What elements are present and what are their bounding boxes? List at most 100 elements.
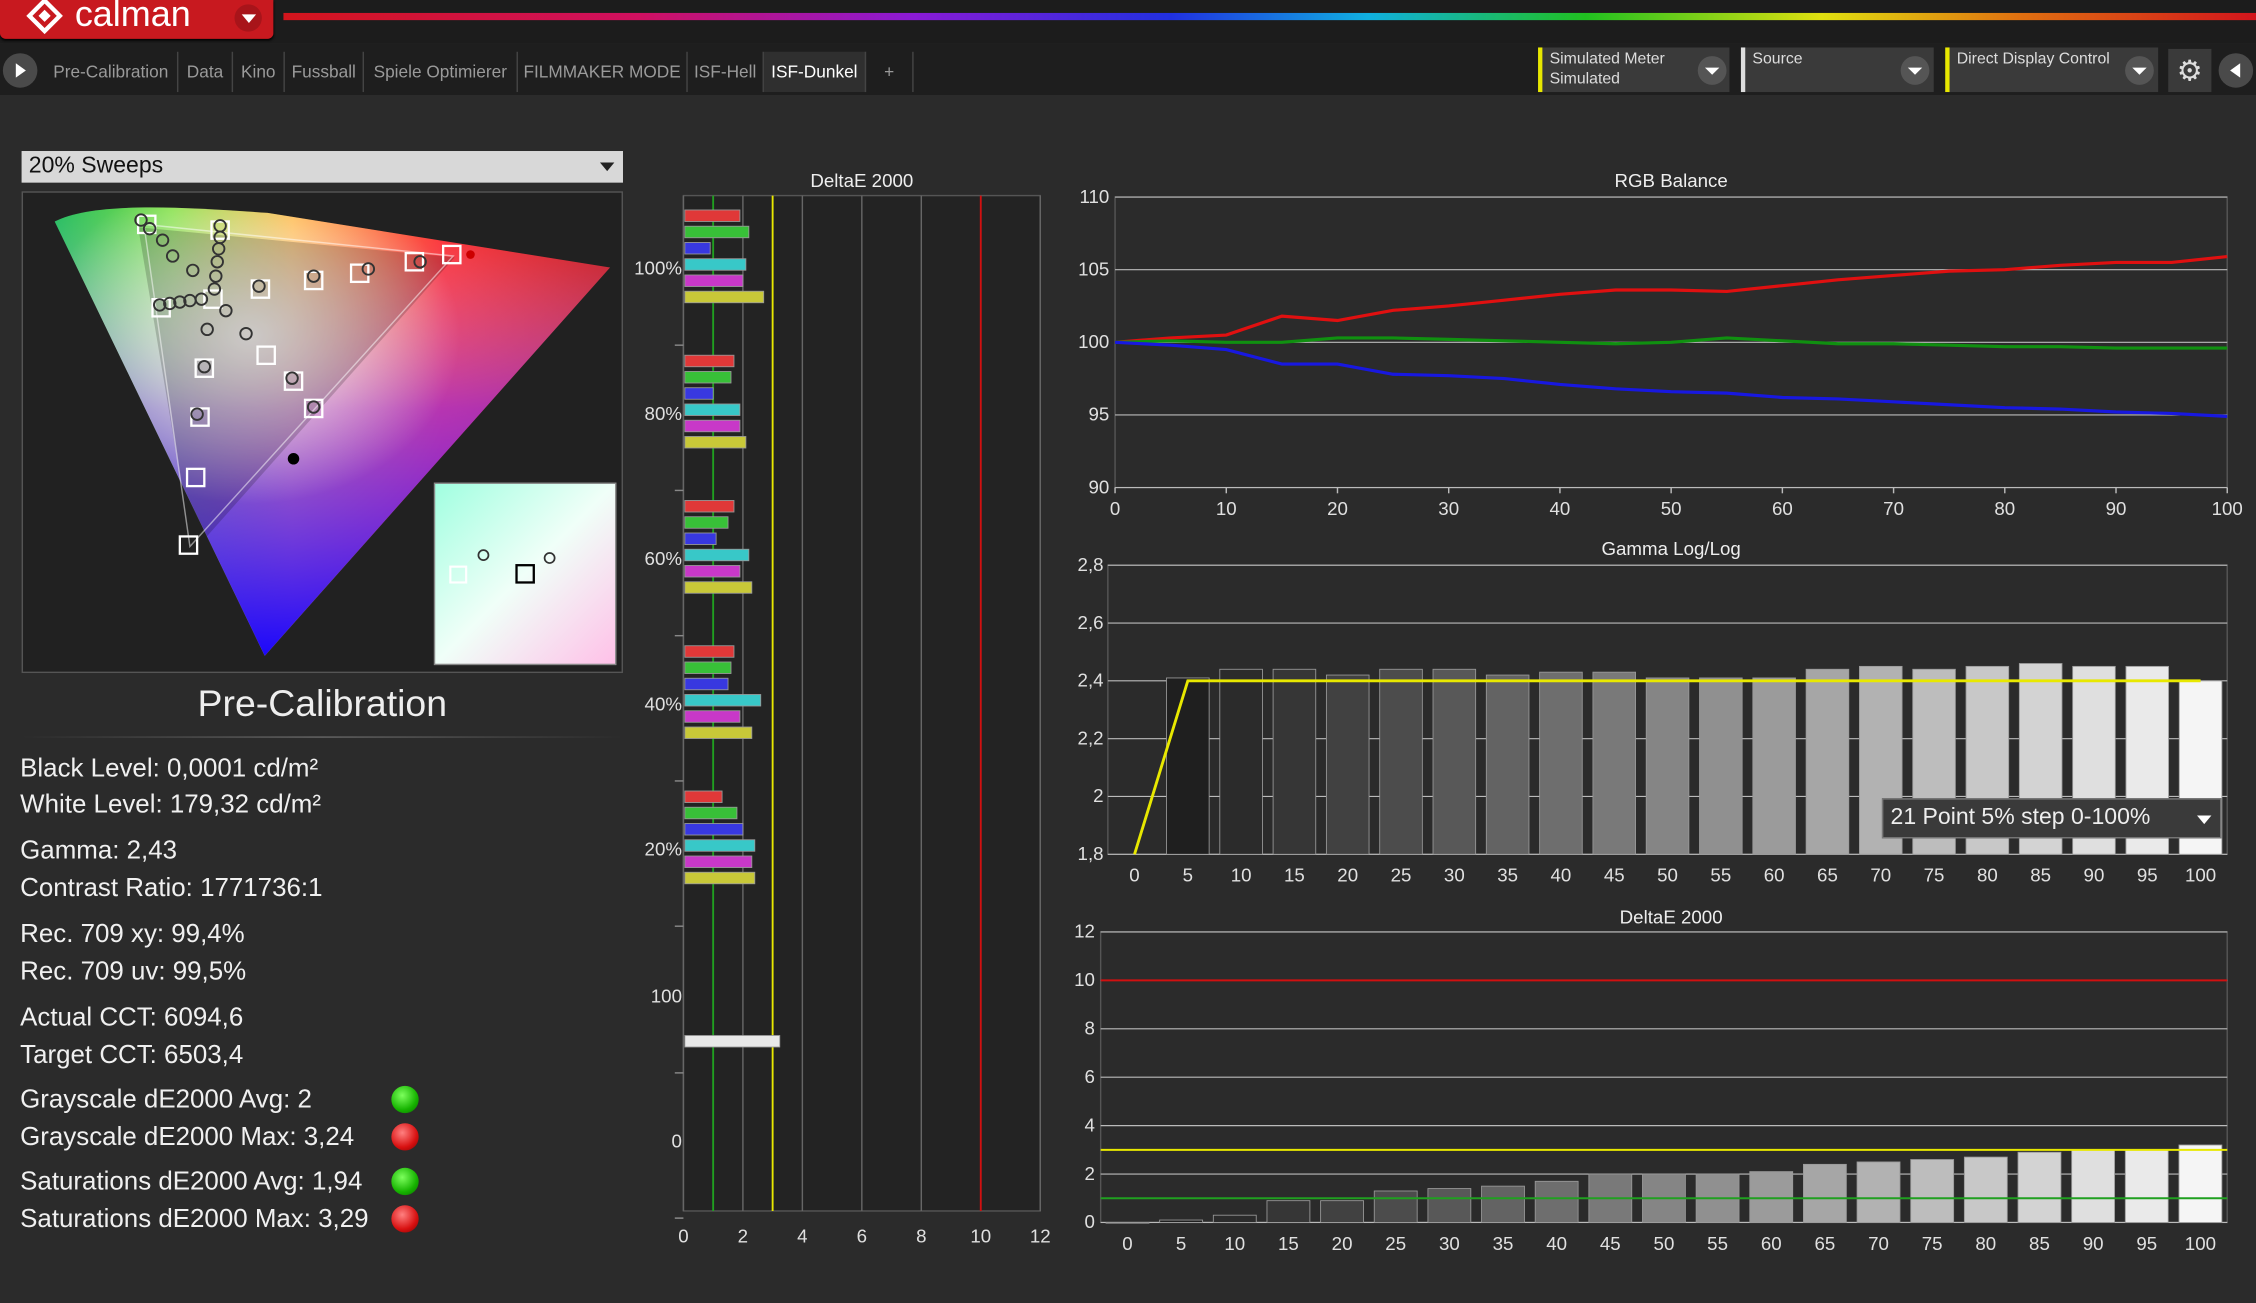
x-tick-label: 85: [2029, 1233, 2050, 1251]
grayscale-de-bar: [1159, 1219, 1204, 1223]
tab-isf-hell[interactable]: ISF-Hell: [688, 51, 764, 93]
de-bar: [684, 419, 741, 433]
dropdown-chevron-icon[interactable]: [2125, 56, 2154, 85]
x-tick-label: 40: [1546, 1233, 1567, 1251]
top-bar: calman: [0, 0, 2256, 44]
calman-logo-icon: [26, 0, 63, 35]
grayscale-de-bar: [1105, 1222, 1150, 1224]
de-bar: [684, 436, 747, 449]
x-tick-label: 40: [1551, 865, 1572, 883]
target-cct: Target CCT: 6503,4: [20, 1039, 244, 1069]
grayscale-de-bar: [2178, 1144, 2223, 1223]
grayscale-de-bar: [1266, 1200, 1311, 1223]
x-tick-label: 100: [2212, 498, 2243, 519]
grayscale-de-bar: [2124, 1149, 2169, 1223]
rgb-balance-chart: 90 95 100 105 110 0 10 20 30 40 50 60 70 80 90 100: [1078, 186, 2243, 519]
x-tick-label: 6: [857, 1226, 867, 1247]
gamma-point-select[interactable]: 21 Point 5% step 0-100%: [1881, 798, 2222, 839]
tab-data[interactable]: Data: [178, 51, 234, 93]
de-bar: [684, 225, 750, 239]
x-tick-label: 30: [1438, 498, 1459, 519]
x-tick-label: 0: [1110, 498, 1120, 519]
gamma-bar: [1485, 674, 1530, 855]
gamma-value: Gamma: 2,43: [20, 835, 178, 865]
grayscale-de-bar: [1749, 1171, 1794, 1223]
contrast-ratio: Contrast Ratio: 1771736:1: [20, 872, 323, 902]
add-tab-icon[interactable]: +: [866, 51, 914, 93]
dropdown-chevron-icon[interactable]: [1900, 56, 1930, 85]
tab-isf-dunkel[interactable]: ISF-Dunkel: [763, 51, 867, 93]
de-bar: [684, 565, 741, 578]
display-selector[interactable]: Direct Display Control: [1945, 47, 2159, 93]
pass-indicator-icon: [391, 1085, 419, 1114]
grayscale-de-bar: [1534, 1180, 1579, 1223]
x-tick-label: 90: [2083, 1233, 2104, 1251]
y-tick-label: 1,8: [1078, 843, 1104, 864]
pass-indicator-icon: [391, 1167, 419, 1196]
gamma-bar: [1166, 677, 1210, 855]
de-bar: [684, 371, 732, 384]
chevron-down-icon[interactable]: [234, 4, 262, 32]
grayscale-de-bar: [1481, 1185, 1525, 1223]
y-tick-label: 12: [1074, 921, 1095, 942]
x-tick-label: 75: [1922, 1233, 1943, 1251]
source-selector[interactable]: Source: [1740, 47, 1934, 93]
calman-logo-button[interactable]: calman: [0, 0, 274, 39]
gamma-bar: [1539, 671, 1583, 855]
gamma-bar: [1272, 668, 1317, 855]
play-icon[interactable]: [2, 53, 38, 88]
x-tick-label: 10: [1224, 1233, 1245, 1251]
white-level: White Level: 179,32 cd/m²: [20, 789, 322, 819]
saturations-de-avg: Saturations dE2000 Avg: 1,94: [20, 1166, 363, 1196]
meter-selector[interactable]: Simulated Meter Simulated: [1538, 47, 1730, 93]
de-bar: [684, 694, 762, 707]
x-tick-label: 12: [1030, 1226, 1051, 1247]
tab-kino[interactable]: Kino: [233, 51, 285, 93]
gear-icon[interactable]: ⚙: [2168, 48, 2212, 93]
collapse-left-icon[interactable]: [2218, 53, 2254, 88]
y-tick-label: 8: [1085, 1018, 1095, 1039]
x-tick-label: 0: [1122, 1233, 1132, 1251]
x-tick-label: 30: [1439, 1233, 1460, 1251]
de-bar: [684, 871, 756, 885]
x-tick-label: 15: [1278, 1233, 1299, 1251]
tab-fussball[interactable]: Fussball: [285, 51, 365, 93]
y-tick-label: 10: [1074, 969, 1095, 990]
grayscale-de-bar: [2071, 1149, 2116, 1223]
x-tick-label: 0: [1129, 865, 1139, 883]
de-bar: [684, 354, 735, 368]
dropdown-chevron-icon[interactable]: [1697, 56, 1727, 85]
tab-filmmaker-mode[interactable]: FILMMAKER MODE: [518, 51, 688, 93]
y-tick-label: 90: [1088, 476, 1109, 497]
de-bar: [684, 1035, 781, 1048]
x-tick-label: 80: [1977, 865, 1998, 883]
x-tick-label: 60: [1772, 498, 1793, 519]
de-bar: [684, 677, 729, 691]
group-label: 100: [651, 985, 682, 1006]
tab-pre-calibration[interactable]: Pre-Calibration: [45, 51, 179, 93]
saturations-de-max: Saturations dE2000 Max: 3,29: [20, 1203, 369, 1233]
de-bar: [684, 242, 711, 255]
y-tick-label: 2: [1093, 785, 1103, 806]
actual-cct: Actual CCT: 6094,6: [20, 1002, 244, 1032]
sat-de-chart: 0 2 4 6 8 10 12 100% 80% 60% 40% 20% 100 0: [634, 194, 1051, 1247]
gamma-bar: [1752, 677, 1796, 855]
tab-spiele-optimierer[interactable]: Spiele Optimierer: [364, 51, 518, 93]
grayscale-de-bar: [1802, 1163, 1847, 1223]
calman-app: calman Pre-Calibration Data Kino Fussbal…: [0, 0, 2256, 1303]
fail-indicator-icon: [391, 1123, 419, 1151]
y-tick-label: 105: [1078, 258, 1109, 279]
y-tick-label: 2,6: [1078, 612, 1104, 633]
y-tick-label: 2,2: [1078, 727, 1104, 748]
y-tick-label: 2,4: [1078, 670, 1104, 691]
group-label: 80%: [645, 403, 682, 424]
de-bar: [684, 516, 729, 529]
x-tick-label: 55: [1710, 865, 1731, 883]
group-label: 40%: [645, 693, 682, 714]
x-tick-label: 100: [2185, 865, 2216, 883]
x-tick-label: 15: [1284, 865, 1305, 883]
sweep-select[interactable]: 20% Sweeps: [21, 151, 623, 183]
y-tick-label: 110: [1079, 186, 1109, 207]
de-bar: [684, 532, 717, 545]
group-label: 100%: [634, 258, 682, 279]
